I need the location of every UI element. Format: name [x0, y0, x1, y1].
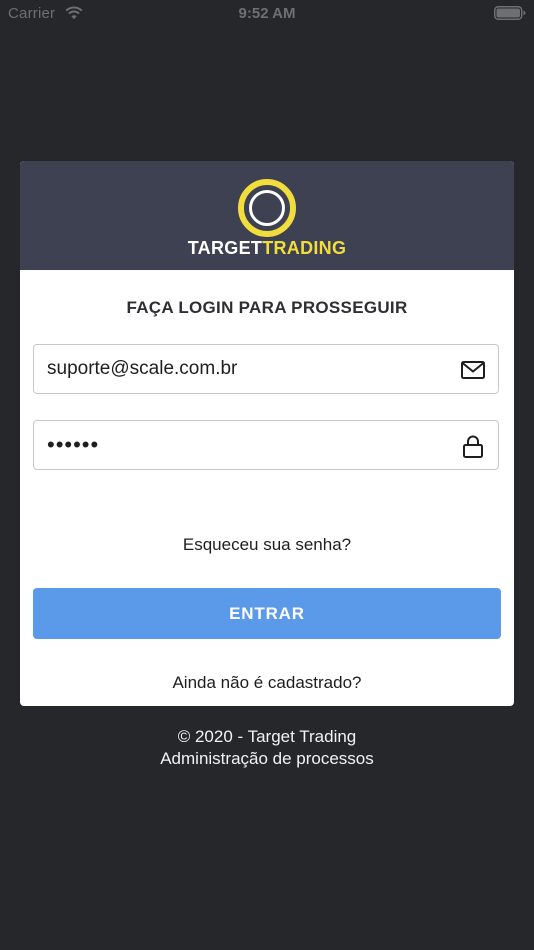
footer: © 2020 - Target Trading Administração de… — [0, 726, 534, 770]
email-field — [33, 344, 499, 394]
login-heading: FAÇA LOGIN PARA PROSSEGUIR — [126, 298, 408, 317]
brand-wordmark: TARGETTRADING — [20, 238, 514, 259]
status-bar: Carrier 9:52 AM — [0, 0, 534, 28]
login-button[interactable]: ENTRAR — [33, 588, 501, 639]
envelope-icon — [461, 361, 485, 379]
password-input[interactable] — [47, 421, 447, 469]
login-card: TARGETTRADING FAÇA LOGIN PARA PROSSEGUIR… — [20, 161, 514, 706]
password-field — [33, 420, 499, 470]
brand-name-part-2: TRADING — [262, 238, 347, 258]
tagline-text: Administração de processos — [160, 749, 374, 768]
lock-icon — [463, 435, 483, 458]
status-time: 9:52 AM — [238, 5, 296, 22]
signup-link[interactable]: Ainda não é cadastrado? — [20, 673, 514, 693]
email-input[interactable] — [47, 345, 447, 393]
copyright-text: © 2020 - Target Trading — [177, 727, 357, 746]
forgot-password-link[interactable]: Esqueceu sua senha? — [20, 535, 514, 555]
battery-icon — [494, 6, 526, 20]
brand-name-part-1: TARGET — [187, 238, 263, 258]
card-header: TARGETTRADING — [20, 161, 514, 270]
target-ring-logo — [238, 179, 296, 237]
